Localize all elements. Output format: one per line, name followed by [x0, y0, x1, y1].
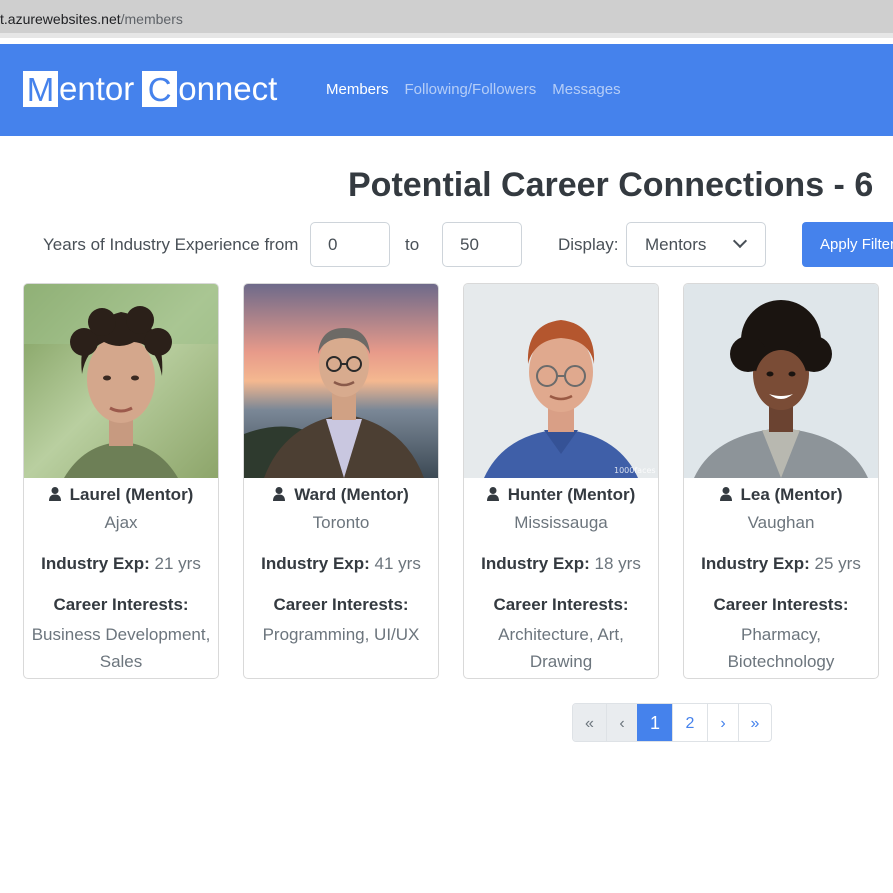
- career-interests-value: Architecture, Art, Drawing: [498, 625, 624, 671]
- member-city: Vaughan: [747, 513, 815, 532]
- member-name-text: Lea (Mentor): [740, 485, 843, 504]
- url-path: /members: [120, 11, 183, 27]
- member-city: Toronto: [312, 513, 370, 532]
- chevron-down-icon: [732, 233, 748, 249]
- member-name[interactable]: Hunter (Mentor): [464, 485, 658, 505]
- experience-value: 18 yrs: [594, 554, 641, 573]
- experience-from-label: Years of Industry Experience from: [43, 235, 299, 254]
- logo-letter-c: C: [142, 71, 178, 108]
- member-name-text: Laurel (Mentor): [69, 485, 194, 504]
- navbar: Mentor Connect Members Following/Follower…: [0, 44, 893, 136]
- experience-from-input[interactable]: 0: [310, 222, 390, 267]
- member-name[interactable]: Ward (Mentor): [244, 485, 438, 505]
- display-select[interactable]: Mentors: [626, 222, 766, 267]
- nav-link-following-followers[interactable]: Following/Followers: [405, 81, 537, 98]
- member-card-lea[interactable]: Lea (Mentor) Vaughan Industry Exp: 25 yr…: [683, 283, 879, 679]
- experience-to-label: to: [405, 235, 420, 254]
- career-interests-value: Business Development, Sales: [31, 625, 211, 671]
- filter-bar: Years of Industry Experience from 0 to 5…: [0, 222, 893, 268]
- member-experience: Industry Exp: 21 yrs: [24, 554, 218, 574]
- pagination: « ‹ 1 2 › »: [572, 703, 772, 742]
- nav-link-messages[interactable]: Messages: [552, 81, 620, 98]
- photo-watermark: 1000faces: [614, 466, 656, 475]
- user-icon: [486, 487, 499, 501]
- member-city: Ajax: [104, 513, 138, 532]
- pagination-prev-button[interactable]: ‹: [606, 704, 637, 741]
- member-card-laurel[interactable]: Laurel (Mentor) Ajax Industry Exp: 21 yr…: [23, 283, 219, 679]
- experience-label: Industry Exp:: [701, 554, 810, 573]
- career-interests-label: Career Interests:: [493, 595, 629, 614]
- member-card-hunter[interactable]: 1000faces Hunter (Mentor) Mississauga In…: [463, 283, 659, 679]
- experience-value: 25 yrs: [814, 554, 861, 573]
- avatar: [684, 284, 878, 478]
- pagination-next-button[interactable]: ›: [707, 704, 738, 741]
- pagination-first-button[interactable]: «: [573, 704, 606, 741]
- display-label: Display:: [558, 235, 619, 254]
- url-text[interactable]: t.azurewebsites.net/members: [0, 11, 183, 27]
- profile-photo-ward: [244, 284, 438, 478]
- career-interests-label: Career Interests:: [273, 595, 409, 614]
- pagination-page-2[interactable]: 2: [672, 704, 707, 741]
- logo-word-onnect: onnect: [178, 70, 278, 107]
- career-interests-label: Career Interests:: [53, 595, 189, 614]
- page-title: Potential Career Connections - 6: [348, 166, 874, 204]
- nav-links: Members Following/Followers Messages: [326, 81, 621, 98]
- experience-label: Industry Exp:: [41, 554, 150, 573]
- logo-word-entor: entor: [59, 70, 135, 107]
- member-card-ward[interactable]: Ward (Mentor) Toronto Industry Exp: 41 y…: [243, 283, 439, 679]
- avatar: 1000faces: [464, 284, 658, 478]
- member-experience: Industry Exp: 18 yrs: [464, 554, 658, 574]
- user-icon: [719, 487, 732, 501]
- apply-filters-button[interactable]: Apply Filters: [802, 222, 893, 267]
- browser-address-bar[interactable]: t.azurewebsites.net/members: [0, 0, 893, 38]
- user-icon: [273, 487, 286, 501]
- logo-letter-m: M: [23, 71, 58, 108]
- experience-label: Industry Exp:: [261, 554, 370, 573]
- member-city: Mississauga: [514, 513, 608, 532]
- member-name-text: Ward (Mentor): [294, 485, 409, 504]
- experience-value: 21 yrs: [154, 554, 201, 573]
- pagination-page-1[interactable]: 1: [637, 704, 672, 741]
- nav-link-members[interactable]: Members: [326, 81, 389, 98]
- career-interests-value: Pharmacy, Biotechnology: [727, 625, 835, 671]
- profile-photo-laurel: [24, 284, 218, 478]
- user-icon: [48, 487, 61, 501]
- display-select-value: Mentors: [645, 235, 707, 254]
- avatar: [244, 284, 438, 478]
- profile-photo-lea: [684, 284, 878, 478]
- member-experience: Industry Exp: 25 yrs: [684, 554, 878, 574]
- profile-photo-hunter: 1000faces: [464, 284, 658, 478]
- experience-label: Industry Exp:: [481, 554, 590, 573]
- member-experience: Industry Exp: 41 yrs: [244, 554, 438, 574]
- career-interests-value: Programming, UI/UX: [262, 625, 420, 644]
- member-name[interactable]: Laurel (Mentor): [24, 485, 218, 505]
- pagination-last-button[interactable]: »: [738, 704, 771, 741]
- career-interests-label: Career Interests:: [713, 595, 849, 614]
- url-host: t.azurewebsites.net: [0, 11, 121, 27]
- avatar: [24, 284, 218, 478]
- brand-logo[interactable]: Mentor Connect: [23, 70, 277, 108]
- experience-value: 41 yrs: [374, 554, 421, 573]
- member-name[interactable]: Lea (Mentor): [684, 485, 878, 505]
- experience-to-input[interactable]: 50: [442, 222, 522, 267]
- member-name-text: Hunter (Mentor): [507, 485, 636, 504]
